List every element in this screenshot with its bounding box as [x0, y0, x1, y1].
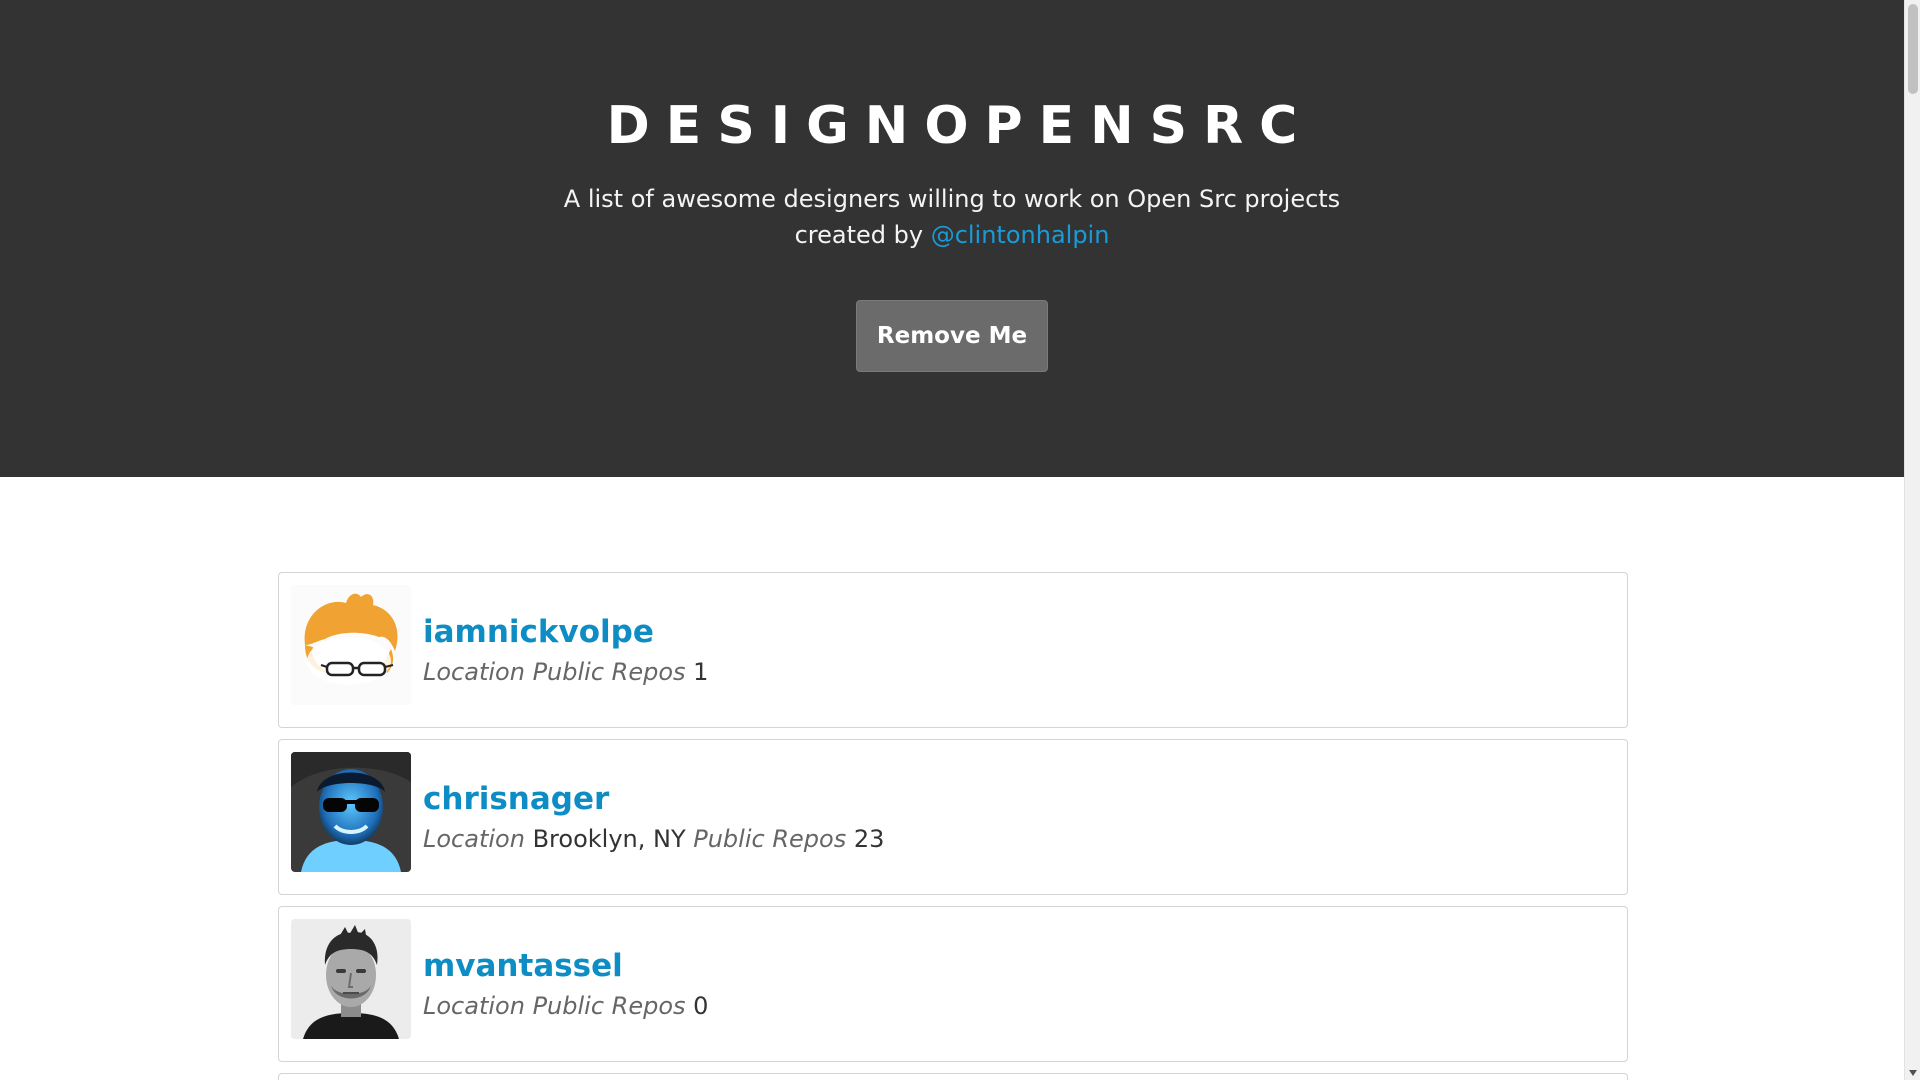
page-viewport: DESIGNOPENSRC A list of awesome designer…: [0, 0, 1904, 1080]
location-label: Location: [423, 658, 525, 686]
public-repos-label: Public Repos: [532, 658, 686, 686]
avatar[interactable]: [291, 585, 411, 705]
designer-list: iamnickvolpe Location Public Repos 1 chr…: [278, 572, 1628, 1080]
designer-card: mvantassel Location Public Repos 0: [278, 906, 1628, 1062]
creator-link[interactable]: @clintonhalpin: [931, 221, 1110, 249]
designer-card: chrisnager Location Brooklyn, NY Public …: [278, 739, 1628, 895]
designer-card: iamnickvolpe Location Public Repos 1: [278, 572, 1628, 728]
public-repos-label: Public Repos: [693, 825, 847, 853]
remove-me-button[interactable]: Remove Me: [856, 300, 1048, 372]
public-repos-value: 1: [693, 658, 709, 686]
designer-meta: Location Brooklyn, NY Public Repos 23: [423, 822, 884, 856]
location-value: Brooklyn, NY: [532, 825, 686, 853]
site-description: A list of awesome designers willing to w…: [0, 181, 1904, 253]
public-repos-value: 23: [853, 825, 885, 853]
location-label: Location: [423, 825, 525, 853]
designer-meta: Location Public Repos 0: [423, 989, 708, 1023]
designer-meta: Location Public Repos 1: [423, 655, 708, 689]
avatar[interactable]: [291, 919, 411, 1039]
avatar[interactable]: [291, 752, 411, 872]
hero-header: DESIGNOPENSRC A list of awesome designer…: [0, 0, 1904, 477]
designer-username-link[interactable]: iamnickvolpe: [423, 612, 654, 652]
created-by-prefix: created by: [794, 221, 931, 249]
public-repos-label: Public Repos: [532, 992, 686, 1020]
designer-username-link[interactable]: mvantassel: [423, 946, 623, 986]
grayscale-portrait-avatar-icon: [291, 919, 411, 1039]
subtitle-line: A list of awesome designers willing to w…: [563, 185, 1341, 213]
created-by-line: created by @clintonhalpin: [0, 217, 1904, 253]
vertical-scrollbar[interactable]: [1904, 0, 1920, 1080]
designer-username-link[interactable]: chrisnager: [423, 779, 609, 819]
scroll-down-arrow-icon[interactable]: [1909, 1070, 1917, 1076]
scrollbar-thumb[interactable]: [1908, 4, 1918, 94]
location-label: Location: [423, 992, 525, 1020]
orange-hair-glasses-avatar-icon: [291, 585, 411, 705]
designer-card-partial: [278, 1073, 1628, 1080]
public-repos-value: 0: [693, 992, 709, 1020]
site-title: DESIGNOPENSRC: [606, 96, 1314, 156]
blue-sunglasses-avatar-icon: [291, 752, 411, 872]
